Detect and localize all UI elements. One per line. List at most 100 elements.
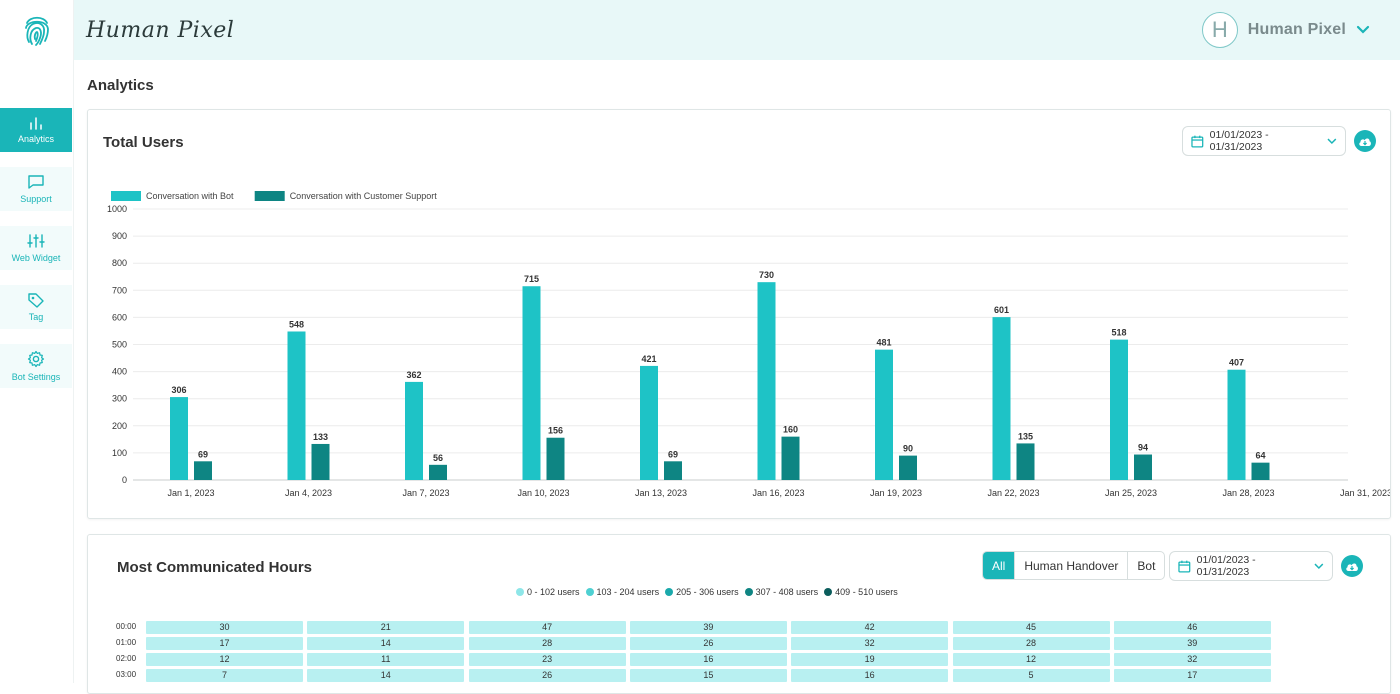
heatmap-cell[interactable]: 16 bbox=[629, 653, 787, 666]
heatmap-cell[interactable]: 12 bbox=[952, 653, 1110, 666]
filter-segmented-control: All Human Handover Bot bbox=[982, 551, 1166, 580]
heatmap-cell[interactable]: 19 bbox=[791, 653, 949, 666]
data-label: 133 bbox=[313, 432, 328, 442]
data-label: 156 bbox=[548, 426, 563, 436]
filter-bot-button[interactable]: Bot bbox=[1127, 552, 1164, 579]
filter-all-button[interactable]: All bbox=[983, 552, 1015, 579]
data-label: 64 bbox=[1255, 451, 1265, 461]
logo[interactable] bbox=[0, 0, 74, 60]
cloud-download-icon bbox=[1359, 137, 1371, 146]
legend-label: 0 - 102 users bbox=[527, 587, 580, 597]
legend-dot bbox=[516, 588, 524, 596]
bar bbox=[1134, 454, 1152, 480]
y-tick-label: 900 bbox=[112, 231, 127, 241]
x-tick-label: Jan 10, 2023 bbox=[517, 488, 569, 498]
heatmap-cell[interactable]: 32 bbox=[791, 637, 949, 650]
bar bbox=[781, 436, 800, 480]
heatmap-row: 03:00 7 14 26 15 16 5 17 bbox=[88, 669, 1388, 682]
hour-label: 01:00 bbox=[116, 638, 137, 647]
sidebar-item-analytics[interactable]: Analytics bbox=[0, 108, 72, 152]
bar bbox=[1251, 462, 1270, 480]
sidebar-item-label: Analytics bbox=[17, 134, 54, 144]
total-users-bar-chart: 0 100 200 300 400 500 600 700 800 900 1000 Conversa… bbox=[107, 191, 1390, 498]
y-tick-label: 200 bbox=[112, 421, 127, 431]
data-label: 362 bbox=[406, 370, 421, 380]
heatmap-cell[interactable]: 26 bbox=[629, 637, 787, 650]
data-label: 306 bbox=[171, 385, 186, 395]
brand-logo-text: Human Pixel bbox=[86, 12, 234, 48]
heatmap-cell[interactable]: 39 bbox=[1113, 637, 1271, 650]
data-label: 69 bbox=[668, 449, 678, 459]
top-header: Human Pixel H Human Pixel bbox=[0, 0, 1400, 60]
data-label: 601 bbox=[994, 305, 1009, 315]
sidebar-item-bot-settings[interactable]: Bot Settings bbox=[0, 344, 72, 388]
page-title: Analytics bbox=[87, 77, 154, 94]
date-range-value: 01/01/2023 - 01/31/2023 bbox=[1209, 129, 1269, 153]
download-button[interactable] bbox=[1341, 555, 1363, 577]
heatmap-cell[interactable]: 12 bbox=[146, 653, 303, 666]
filter-human-handover-button[interactable]: Human Handover bbox=[1014, 552, 1127, 579]
communicated-hours-card: Most Communicated Hours All Human Handov… bbox=[87, 534, 1391, 694]
legend-label: Conversation with Bot bbox=[146, 191, 234, 201]
x-tick-label: Jan 1, 2023 bbox=[167, 488, 214, 498]
brand-name: Human Pixel bbox=[86, 17, 235, 43]
x-tick-label: Jan 28, 2023 bbox=[1222, 488, 1274, 498]
date-range-picker[interactable]: 01/01/2023 - 01/31/2023 bbox=[1182, 126, 1346, 156]
bar bbox=[194, 461, 212, 480]
bar bbox=[522, 286, 541, 480]
sidebar-item-tag[interactable]: Tag bbox=[0, 285, 72, 329]
y-tick-label: 400 bbox=[112, 367, 127, 377]
total-users-card: Total Users 01/01/2023 - 01/31/2023 0 100… bbox=[87, 109, 1391, 519]
heatmap-cell[interactable]: 30 bbox=[146, 621, 303, 634]
heatmap-cell[interactable]: 23 bbox=[468, 653, 626, 666]
download-button[interactable] bbox=[1354, 130, 1376, 152]
heatmap-cell[interactable]: 5 bbox=[952, 669, 1110, 682]
legend-item: 205 - 306 users bbox=[665, 587, 739, 597]
heatmap-cell[interactable]: 14 bbox=[307, 637, 465, 650]
bar bbox=[899, 455, 917, 480]
heatmap-cell[interactable]: 7 bbox=[146, 669, 303, 682]
data-label: 730 bbox=[759, 270, 774, 280]
data-label: 715 bbox=[524, 274, 539, 284]
user-name: Human Pixel bbox=[1247, 21, 1346, 38]
y-tick-label: 300 bbox=[112, 394, 127, 404]
sidebar-item-support[interactable]: Support bbox=[0, 167, 72, 211]
heatmap-cell[interactable]: 14 bbox=[307, 669, 465, 682]
sidebar-item-label: Web Widget bbox=[11, 253, 61, 263]
sidebar-item-label: Bot Settings bbox=[11, 372, 61, 382]
data-label: 518 bbox=[1111, 328, 1126, 338]
legend-item: 103 - 204 users bbox=[585, 587, 659, 597]
heatmap-cell[interactable]: 28 bbox=[468, 637, 626, 650]
heatmap-row: 01:00 17 14 28 26 32 28 39 bbox=[88, 637, 1388, 650]
heatmap-cell[interactable]: 28 bbox=[952, 637, 1110, 650]
heatmap-cell[interactable]: 11 bbox=[307, 653, 465, 666]
heatmap-cell[interactable]: 16 bbox=[791, 669, 949, 682]
heatmap-cell[interactable]: 32 bbox=[1113, 653, 1271, 666]
date-range-picker[interactable]: 01/01/2023 - 01/31/2023 bbox=[1169, 551, 1333, 581]
heatmap-cell[interactable]: 39 bbox=[629, 621, 787, 634]
heatmap-row: 02:00 12 11 23 16 19 12 32 bbox=[88, 653, 1388, 666]
heatmap-cell[interactable]: 15 bbox=[629, 669, 787, 682]
heatmap-cell[interactable]: 47 bbox=[468, 621, 626, 634]
bar-chart-icon bbox=[30, 117, 42, 130]
bar bbox=[405, 381, 423, 480]
heatmap-cell[interactable]: 17 bbox=[146, 637, 303, 650]
heatmap-legend: 0 - 102 users 103 - 204 users 205 - 306 … bbox=[516, 587, 898, 597]
sidebar-item-web-widget[interactable]: Web Widget bbox=[0, 226, 72, 270]
y-tick-label: 600 bbox=[112, 312, 127, 322]
heatmap-cell[interactable]: 21 bbox=[307, 621, 465, 634]
x-tick-label: Jan 16, 2023 bbox=[752, 488, 804, 498]
data-label: 90 bbox=[903, 444, 913, 454]
heatmap-cell[interactable]: 42 bbox=[791, 621, 949, 634]
data-label: 407 bbox=[1229, 358, 1244, 368]
heatmap-cell[interactable]: 46 bbox=[1113, 621, 1271, 634]
x-tick-label: Jan 31, 2023 bbox=[1340, 488, 1390, 498]
heatmap-cell[interactable]: 17 bbox=[1113, 669, 1271, 682]
gear-icon bbox=[27, 350, 45, 368]
heatmap-cell[interactable]: 45 bbox=[952, 621, 1110, 634]
legend-dot bbox=[744, 588, 753, 596]
legend-label: 307 - 408 users bbox=[755, 587, 819, 597]
heatmap-cell[interactable]: 26 bbox=[468, 669, 626, 682]
card-title: Most Communicated Hours bbox=[117, 559, 313, 576]
user-menu[interactable]: H Human Pixel bbox=[1201, 11, 1370, 49]
